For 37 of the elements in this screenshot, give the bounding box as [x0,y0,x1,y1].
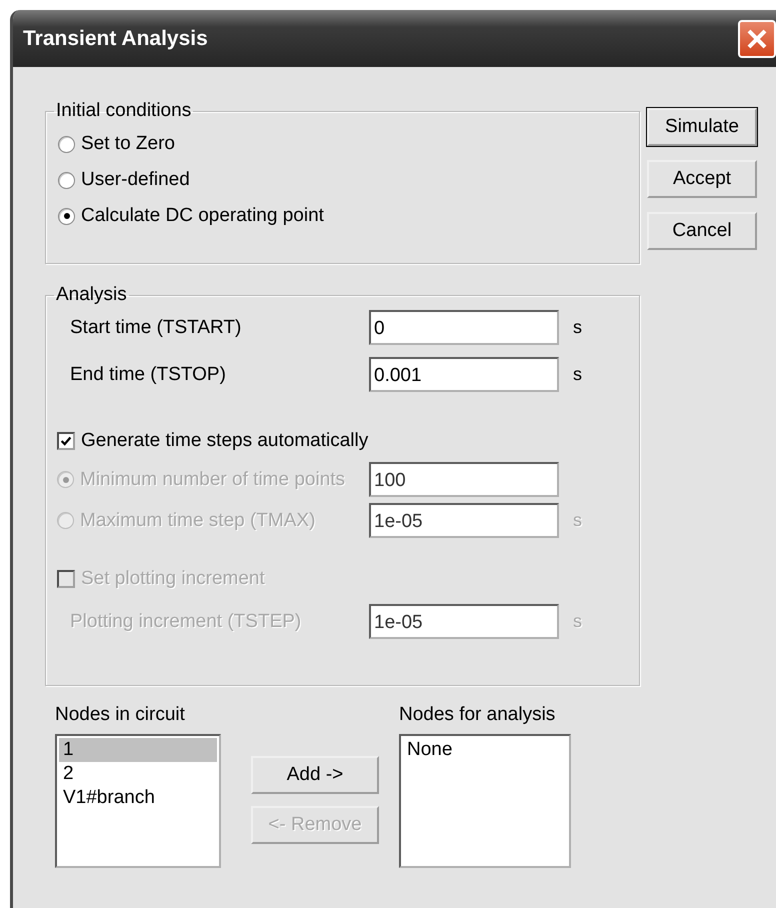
group-title: Initial conditions [55,100,192,122]
radio-label: Set to Zero [81,133,175,155]
add-button[interactable]: Add -> [251,756,379,794]
cancel-button[interactable]: Cancel [647,212,757,250]
list-item[interactable]: V1#branch [59,786,217,810]
radio-button[interactable] [58,208,75,224]
unit-label: s [573,510,582,531]
close-icon [746,28,768,50]
group-title: Analysis [55,284,128,306]
radio-label: Maximum time step (TMAX) [80,510,316,532]
unit-label: s [573,364,582,385]
input-field[interactable]: 0 [369,310,559,345]
radio-button[interactable] [58,136,75,152]
window-title: Transient Analysis [23,26,208,50]
checkbox-label: Set plotting increment [81,568,265,590]
list-item[interactable]: 1 [59,738,217,762]
list-box[interactable]: 1 2 V1#branch [55,734,221,868]
unit-label: s [573,317,582,338]
list-label: Nodes for analysis [399,704,556,726]
list-box[interactable]: None [399,734,571,868]
checkbox[interactable] [57,432,75,450]
field-label: Start time (TSTART) [69,316,242,338]
radio-label: Minimum number of time points [80,468,346,490]
close-button[interactable] [738,20,776,58]
simulate-button[interactable]: Simulate [647,108,757,146]
radio-button[interactable] [58,172,75,188]
accept-button[interactable]: Accept [647,160,757,198]
field-label: End time (TSTOP) [69,364,227,386]
field-label: Plotting increment (TSTEP) [69,610,302,632]
list-item[interactable]: None [403,738,567,762]
input-field[interactable]: 0.001 [369,357,559,392]
list-item[interactable]: 2 [59,762,217,786]
list-label: Nodes in circuit [55,704,186,726]
checkbox-label: Generate time steps automatically [81,430,368,452]
unit-label: s [573,611,582,632]
radio-label: User-defined [81,169,190,191]
radio-label: Calculate DC operating point [81,205,324,227]
